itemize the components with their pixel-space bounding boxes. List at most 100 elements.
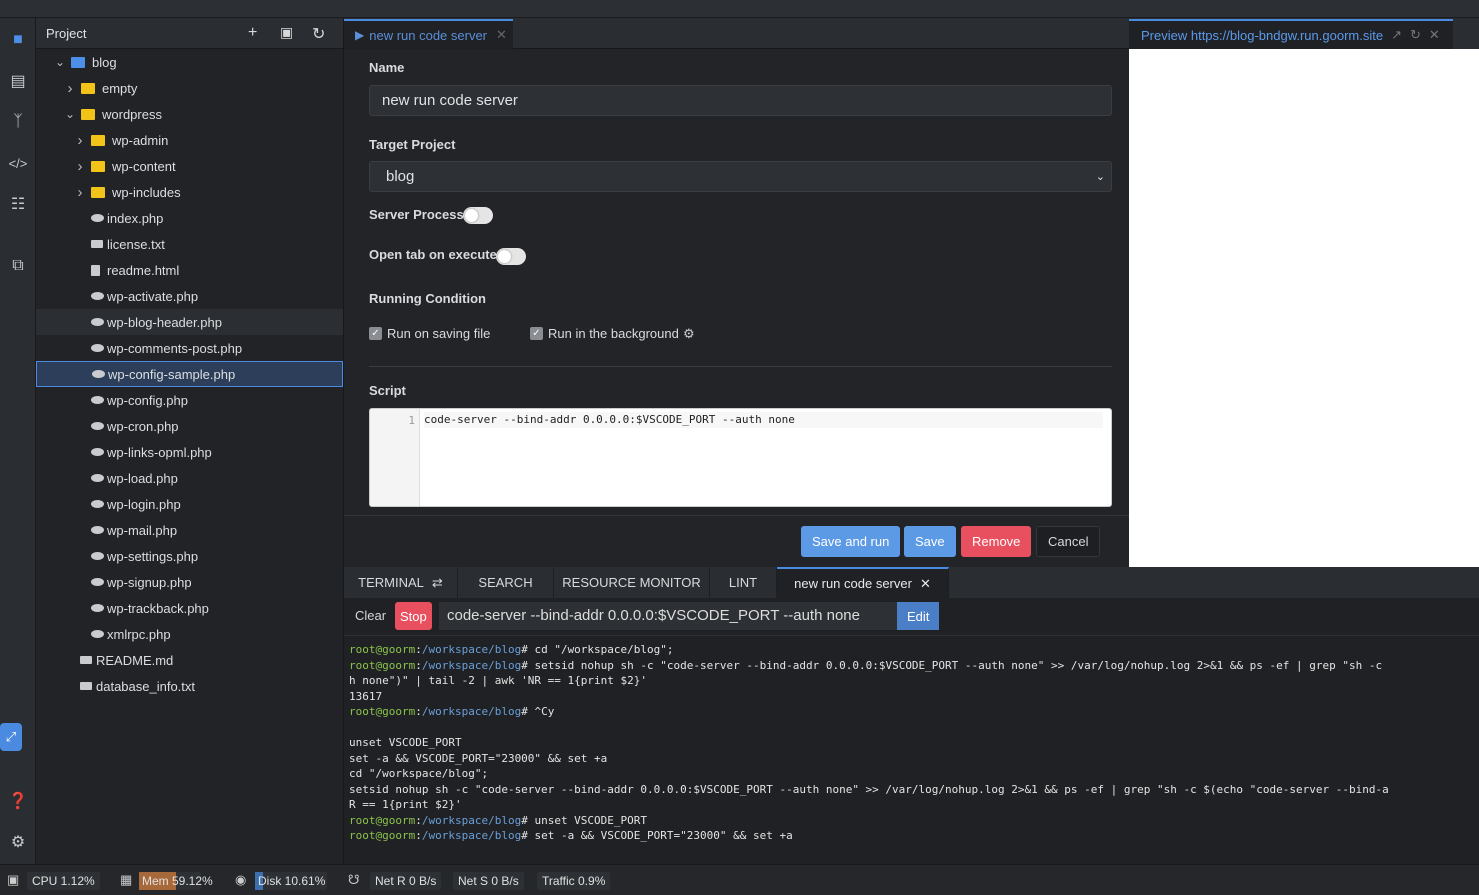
name-input[interactable]: new run code server [369,85,1112,116]
tree-item[interactable]: index.php [36,205,343,231]
tab-terminal[interactable]: TERMINAL ⇄ [344,567,458,598]
php-file-icon [91,396,104,404]
terminal-output[interactable]: root@goorm:/workspace/blog# cd "/workspa… [344,637,1479,864]
tree-item[interactable]: wp-signup.php [36,569,343,595]
chevron-down-icon[interactable]: ⌄ [64,107,76,121]
tree-item[interactable]: README.md [36,647,343,673]
top-bar [0,0,1479,18]
settings-gear-icon[interactable]: ⚙ [4,828,32,856]
script-editor[interactable]: 1 code-server --bind-addr 0.0.0.0:$VSCOD… [369,408,1112,507]
tree-item[interactable]: wp-load.php [36,465,343,491]
cancel-button[interactable]: Cancel [1036,526,1101,557]
mem-usage[interactable]: Mem 59.12% [139,872,213,890]
tab-label: TERMINAL [358,575,424,590]
cpu-usage[interactable]: CPU 1.12% [27,872,100,890]
tree-item[interactable]: wp-cron.php [36,413,343,439]
tree-item[interactable]: wp-comments-post.php [36,335,343,361]
tree-item[interactable]: › empty [36,75,343,101]
project-briefcase-icon[interactable]: ■ [4,26,32,54]
tree-item[interactable]: wp-blog-header.php [36,309,343,335]
add-icon[interactable]: + [248,24,257,42]
tree-item[interactable]: xmlrpc.php [36,621,343,647]
close-icon[interactable]: ✕ [920,576,931,592]
run-background-checkbox[interactable]: ✓ [530,327,543,340]
git-branch-icon[interactable]: ᛉ [4,108,32,136]
external-link-icon[interactable]: ↗ [1391,27,1402,43]
traffic[interactable]: Traffic 0.9% [537,872,611,890]
chevron-right-icon[interactable]: › [74,132,86,149]
target-project-select[interactable]: blog ⌄ [369,161,1112,192]
tree-item-label: wp-links-opml.php [107,444,212,460]
tree-item[interactable]: wp-settings.php [36,543,343,569]
run-on-saving-label: Run on saving file [387,326,491,341]
chevron-down-icon[interactable]: ⌄ [54,55,66,69]
command-input[interactable]: code-server --bind-addr 0.0.0.0:$VSCODE_… [439,602,897,630]
open-tab-toggle[interactable] [496,248,526,265]
tree-item[interactable]: wp-links-opml.php [36,439,343,465]
clear-button[interactable]: Clear [355,608,386,623]
tree-item[interactable]: wp-config-sample.php [36,361,343,387]
net-send[interactable]: Net S 0 B/s [453,872,524,890]
tree-item[interactable]: › wp-includes [36,179,343,205]
expand-icon[interactable]: ⤢ [0,723,22,751]
tab-preview[interactable]: Preview https://blog-bndgw.run.goorm.sit… [1129,19,1453,49]
tab-new-run-code-server[interactable]: ▶ new run code server ✕ [344,19,513,49]
tab-lint[interactable]: LINT [710,567,777,598]
chevron-right-icon[interactable]: › [64,80,76,97]
tree-item[interactable]: wp-login.php [36,491,343,517]
tree-item[interactable]: wp-trackback.php [36,595,343,621]
folder-icon [91,160,105,172]
terminal-line: R == 1{print $2}' [349,797,462,812]
tree-item[interactable]: › wp-admin [36,127,343,153]
prompt-user: root@goorm [349,643,416,656]
tab-search[interactable]: SEARCH [458,567,554,598]
tree-item[interactable]: wp-activate.php [36,283,343,309]
chevron-down-icon: ⌄ [1095,171,1105,183]
tree-item[interactable]: wp-mail.php [36,517,343,543]
collapse-all-icon[interactable]: ▣ [280,24,293,41]
tab-run-code-server[interactable]: new run code server ✕ [777,567,949,598]
tree-item[interactable]: license.txt [36,231,343,257]
help-icon[interactable]: ❓ [4,787,32,815]
prompt-hash: # [521,829,528,842]
code-icon[interactable]: </> [4,149,32,177]
disk-label: Disk 10.61% [258,874,326,888]
run-toolbar: Clear Stop code-server --bind-addr 0.0.0… [344,598,1479,636]
library-icon[interactable]: ☷ [4,190,32,218]
chevron-right-icon[interactable]: › [74,184,86,201]
tree-item-label: wp-trackback.php [107,600,209,616]
run-on-saving-checkbox[interactable]: ✓ [369,327,382,340]
refresh-icon[interactable]: ↻ [1410,27,1421,43]
remove-button[interactable]: Remove [961,526,1032,557]
terminal-text: R == 1{print $2}' [349,798,462,811]
tree-item[interactable]: ⌄ blog [36,49,343,75]
tab-resource-monitor[interactable]: RESOURCE MONITOR [554,567,710,598]
vscode-icon[interactable]: ⧉ [4,252,32,280]
php-file-icon [91,344,104,352]
script-code[interactable]: code-server --bind-addr 0.0.0.0:$VSCODE_… [424,412,1103,428]
save-button[interactable]: Save [904,526,956,557]
tree-item[interactable]: ⌄ wordpress [36,101,343,127]
sync-icon[interactable]: ⇄ [432,575,443,591]
server-process-toggle[interactable] [463,207,493,224]
panel-icon[interactable]: ▤ [4,67,32,95]
close-icon[interactable]: ✕ [496,27,507,43]
tree-item-label: wordpress [102,106,162,122]
save-and-run-button[interactable]: Save and run [801,526,901,557]
tree-item[interactable]: wp-config.php [36,387,343,413]
gear-icon[interactable]: ⚙ [683,326,695,342]
prompt-sep: : [415,705,422,718]
tree-item-label: wp-config-sample.php [108,366,236,382]
tree-item-label: wp-mail.php [107,522,178,538]
prompt-path: /workspace/blog [421,643,522,656]
edit-button[interactable]: Edit [897,602,940,630]
net-receive[interactable]: Net R 0 B/s [370,872,442,890]
disk-usage[interactable]: Disk 10.61% [255,872,327,890]
tree-item[interactable]: database_info.txt [36,673,343,699]
refresh-icon[interactable]: ↻ [312,24,325,44]
tree-item[interactable]: › wp-content [36,153,343,179]
chevron-right-icon[interactable]: › [74,158,86,175]
tree-item[interactable]: readme.html [36,257,343,283]
close-icon[interactable]: ✕ [1429,27,1440,43]
stop-button[interactable]: Stop [395,602,432,630]
